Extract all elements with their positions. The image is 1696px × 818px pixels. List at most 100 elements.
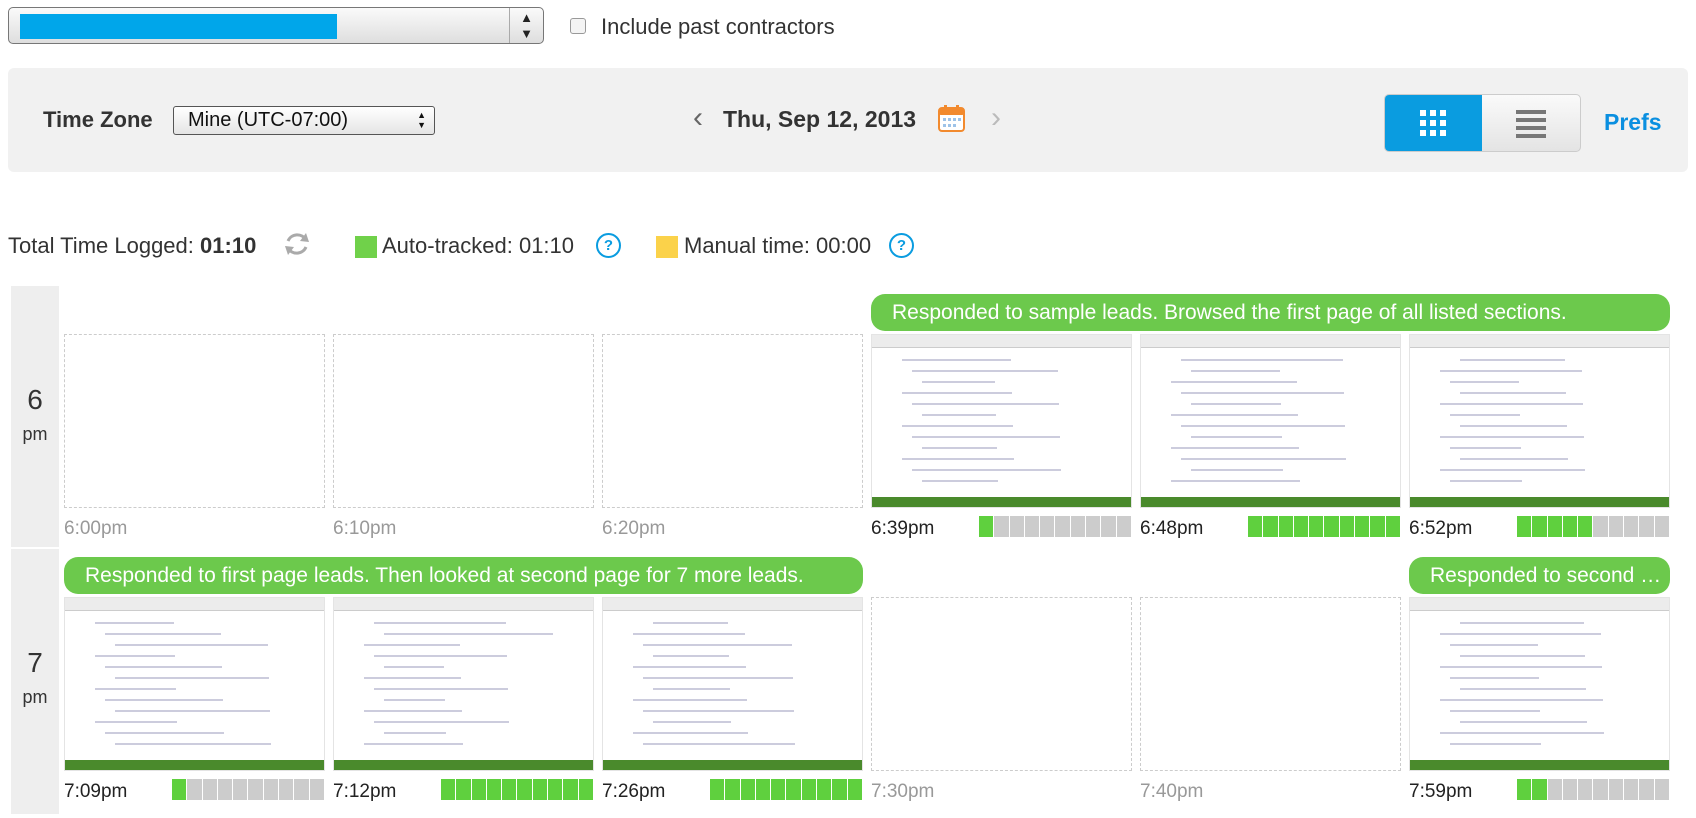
total-time-value: 01:10 xyxy=(200,233,257,258)
browser-chrome xyxy=(603,598,862,611)
text-line xyxy=(374,721,509,723)
screenshot-thumbnail[interactable] xyxy=(1140,334,1401,508)
hour-label: 7 pm xyxy=(11,549,59,814)
text-line xyxy=(633,732,748,734)
activity-segment xyxy=(1532,516,1547,537)
hour-ampm: pm xyxy=(22,424,48,444)
prefs-link[interactable]: Prefs xyxy=(1604,109,1662,136)
slot-time: 7:12pm xyxy=(333,781,397,802)
activity-segment xyxy=(309,779,324,800)
screenshot-thumbnail[interactable] xyxy=(333,597,594,771)
include-past-contractors-checkbox[interactable] xyxy=(570,18,586,34)
browser-chrome xyxy=(1410,598,1669,611)
memo-label[interactable]: Responded to first page leads. Then look… xyxy=(64,557,863,594)
activity-segment xyxy=(486,779,502,800)
memo-label[interactable]: Responded to second page leads. xyxy=(1409,557,1670,594)
screenshot-thumbnail[interactable] xyxy=(602,597,863,771)
activity-segment xyxy=(294,779,309,800)
browser-chrome xyxy=(1410,335,1669,348)
selected-contractor-highlight xyxy=(20,14,337,39)
text-line xyxy=(653,622,728,624)
activity-segment xyxy=(1293,516,1309,537)
browser-chrome xyxy=(334,598,593,611)
activity-segment xyxy=(1578,779,1593,800)
calendar-icon[interactable] xyxy=(938,105,965,132)
refresh-icon[interactable] xyxy=(282,229,312,259)
activity-segment xyxy=(1593,779,1608,800)
slot-time: 6:39pm xyxy=(871,518,935,539)
screenshot-thumbnail[interactable] xyxy=(1409,334,1670,508)
activity-segment xyxy=(1654,516,1669,537)
activity-segment xyxy=(771,779,786,800)
slot-time: 6:20pm xyxy=(602,518,666,539)
list-view-button[interactable] xyxy=(1482,95,1580,151)
browser-chrome xyxy=(1141,335,1400,348)
timezone-select[interactable]: Mine (UTC-07:00) ▲ ▼ xyxy=(173,106,435,135)
text-line xyxy=(384,732,446,734)
text-line xyxy=(1440,699,1603,701)
text-line xyxy=(1440,732,1604,734)
contractor-select[interactable]: ▲ ▼ xyxy=(8,7,544,44)
hour-number: 6 xyxy=(27,384,43,415)
manual-time-help-icon[interactable]: ? xyxy=(889,233,914,258)
text-line xyxy=(1460,359,1565,361)
activity-segment xyxy=(1608,779,1624,800)
activity-segment xyxy=(1055,516,1070,537)
text-line xyxy=(653,655,729,657)
text-line xyxy=(643,743,795,745)
hour-number: 7 xyxy=(27,647,43,678)
text-line xyxy=(1450,480,1522,482)
text-line xyxy=(902,392,1012,394)
text-line xyxy=(922,447,997,449)
activity-segment xyxy=(1578,516,1593,537)
activity-segment xyxy=(755,779,771,800)
text-line xyxy=(1450,414,1520,416)
screenshot-thumbnail[interactable] xyxy=(1409,597,1670,771)
timezone-label: Time Zone xyxy=(43,107,153,132)
activity-segment xyxy=(1654,779,1669,800)
activity-segment xyxy=(248,779,263,800)
activity-segment xyxy=(1101,516,1116,537)
text-line xyxy=(1181,425,1345,427)
slot-time: 6:52pm xyxy=(1409,518,1473,539)
memo-label[interactable]: Responded to sample leads. Browsed the f… xyxy=(871,294,1670,331)
timezone-value: Mine (UTC-07:00) xyxy=(188,109,349,131)
text-line xyxy=(633,699,747,701)
text-line xyxy=(1181,392,1344,394)
activity-segment xyxy=(1608,516,1624,537)
text-line xyxy=(653,688,730,690)
text-line xyxy=(1171,480,1300,482)
text-line xyxy=(1191,469,1283,471)
activity-segment xyxy=(172,779,187,800)
activity-segment xyxy=(532,779,548,800)
activity-segment xyxy=(1639,779,1654,800)
activity-meter xyxy=(710,779,862,800)
auto-tracked-help-icon[interactable]: ? xyxy=(596,233,621,258)
text-line xyxy=(1460,425,1567,427)
manual-time-swatch xyxy=(656,236,678,258)
include-past-contractors-label: Include past contractors xyxy=(601,14,835,39)
activity-segment xyxy=(502,779,517,800)
empty-slot xyxy=(333,334,594,508)
browser-chrome xyxy=(872,335,1131,348)
auto-tracked-label: Auto-tracked: 01:10 xyxy=(382,233,575,258)
hour-ampm: pm xyxy=(22,687,48,707)
text-line xyxy=(1450,677,1539,679)
activity-segment xyxy=(1339,516,1355,537)
previous-day-chevron-icon[interactable]: ‹ xyxy=(693,101,703,135)
activity-segment xyxy=(187,779,202,800)
activity-meter xyxy=(979,516,1131,537)
slot-time: 6:10pm xyxy=(333,518,397,539)
text-line xyxy=(643,677,793,679)
screenshot-thumbnail[interactable] xyxy=(64,597,325,771)
text-line xyxy=(1450,447,1521,449)
activity-segment xyxy=(1562,779,1578,800)
text-line xyxy=(912,469,1061,471)
screenshot-thumbnail[interactable] xyxy=(871,334,1132,508)
text-line xyxy=(1450,381,1519,383)
grid-view-button[interactable] xyxy=(1385,95,1482,151)
taskbar xyxy=(1410,497,1669,507)
next-day-chevron-icon[interactable]: › xyxy=(991,101,1001,135)
total-time-logged: Total Time Logged: 01:10 xyxy=(8,233,256,259)
activity-segment xyxy=(1248,516,1263,537)
